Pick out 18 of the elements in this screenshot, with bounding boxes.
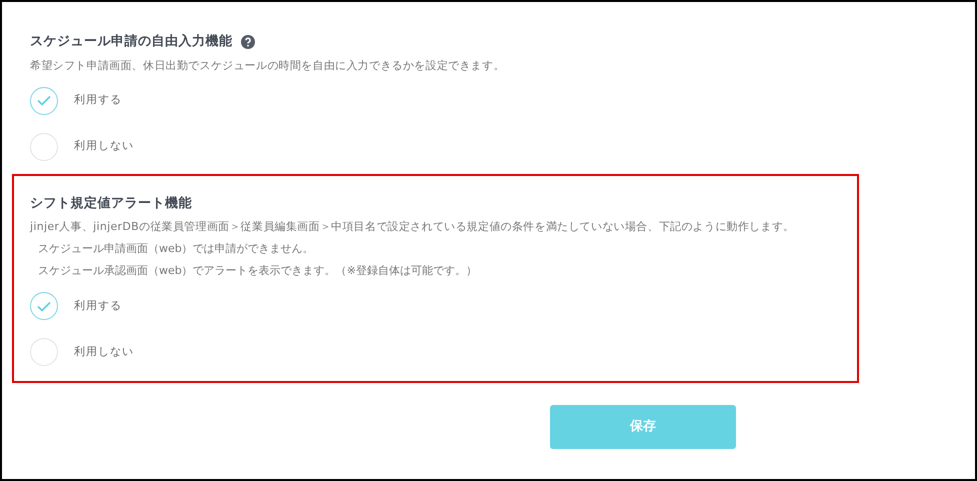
section-description: jinjer人事、jinjerDBの従業員管理画面＞従業員編集画面＞中項目名で設定されている規定値の条件を満たしていない場合、下記のように動作します。	[30, 219, 796, 235]
radio-button[interactable]	[30, 132, 58, 160]
option-label: 利用する	[74, 298, 122, 314]
check-icon	[37, 95, 51, 106]
section-title: シフト規定値アラート機能	[30, 194, 192, 212]
note-text: スケジュール申請画面（web）では申請ができません。	[38, 241, 315, 257]
check-icon	[37, 300, 51, 312]
checked-radio[interactable]	[30, 292, 58, 320]
option-label: 利用しない	[74, 138, 134, 154]
section-description: 希望シフト申請画面、休日出勤でスケジュールの時間を自由に入力できるかを設定できます。	[30, 58, 506, 74]
radio-button[interactable]	[30, 338, 58, 366]
section-title: スケジュール申請の自由入力機能	[30, 32, 232, 51]
help-icon[interactable]	[240, 34, 254, 49]
note-text: スケジュール承認画面（web）でアラートを表示できます。（※登録自体は可能です。）	[38, 263, 478, 279]
checked-radio[interactable]	[30, 86, 58, 114]
option-label: 利用する	[74, 92, 122, 108]
save-button[interactable]: 保存	[550, 405, 736, 449]
option-label: 利用しない	[74, 344, 134, 360]
